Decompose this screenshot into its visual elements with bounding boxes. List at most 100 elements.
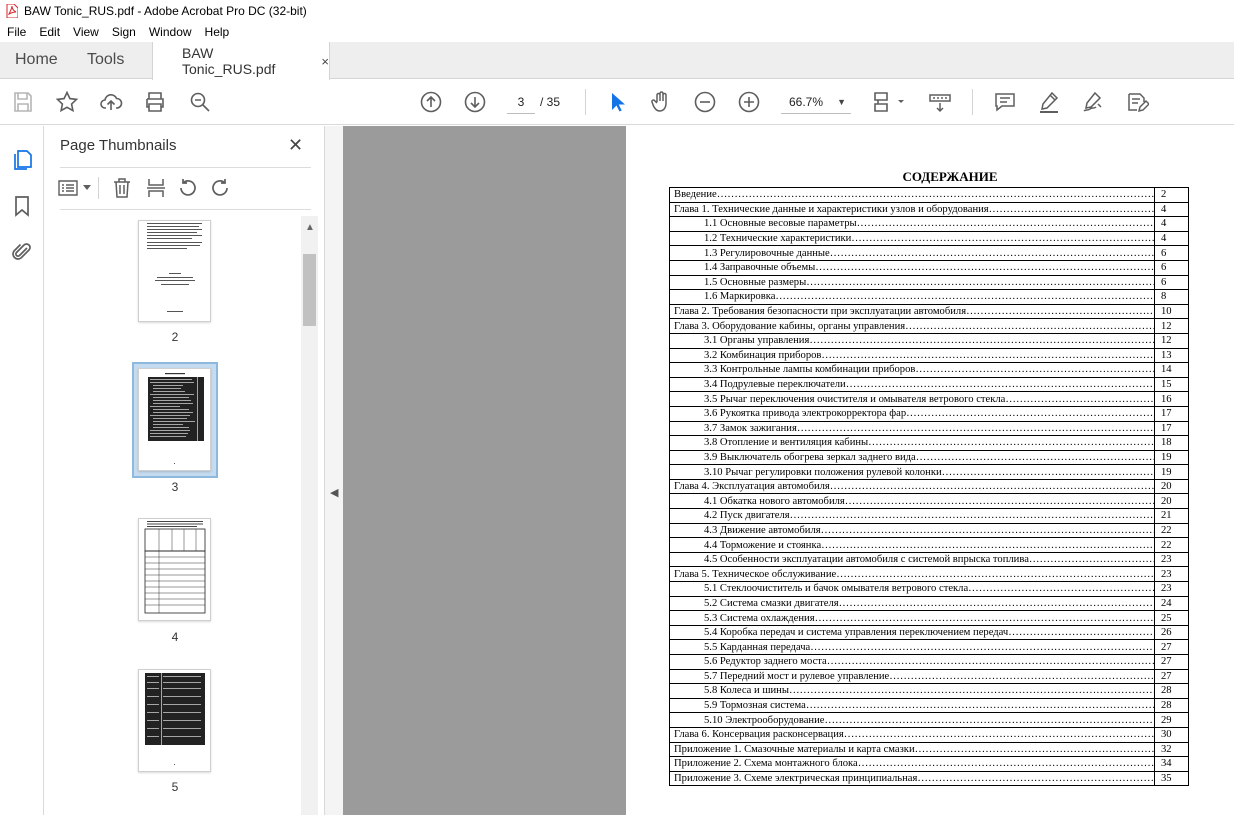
toc-row: 1.2 Технические характеристики…………………………… xyxy=(669,230,1189,247)
toc-row: Глава 4. Эксплуатация автомобиля……………………… xyxy=(669,478,1189,495)
comment-icon[interactable] xyxy=(993,90,1017,114)
thumbnail-page-2[interactable] xyxy=(138,220,211,322)
toc-row: 3.10 Рычаг регулировки положения рулевой… xyxy=(669,464,1189,480)
bookmarks-icon[interactable] xyxy=(10,194,34,218)
attachments-icon[interactable] xyxy=(10,240,34,264)
toc-entry-title: 3.10 Рычаг регулировки положения рулевой… xyxy=(669,464,1155,480)
tab-close-icon[interactable]: × xyxy=(321,54,329,69)
toc-row: 4.2 Пуск двигателя…………………………………………………………… xyxy=(669,508,1189,524)
toc-entry-title: 5.7 Передний мост и рулевое управление……… xyxy=(669,668,1155,685)
hand-tool-icon[interactable] xyxy=(649,90,673,114)
toc-row: Глава 1. Технические данные и характерис… xyxy=(669,201,1189,218)
panel-title: Page Thumbnails xyxy=(60,137,177,154)
toc-row: 3.3 Контрольные лампы комбинации приборо… xyxy=(669,362,1189,378)
toc-entry-page: 23 xyxy=(1154,566,1189,583)
tab-tools[interactable]: Tools xyxy=(72,42,152,78)
panel-toolbar-divider xyxy=(98,177,99,199)
window-title: BAW Tonic_RUS.pdf - Adobe Acrobat Pro DC… xyxy=(24,4,307,18)
toc-entry-title: Глава 3. Оборудование кабины, органы упр… xyxy=(669,318,1155,334)
page-thumbnails-icon[interactable] xyxy=(10,148,34,172)
zoom-search-icon[interactable] xyxy=(188,90,212,114)
keyboard-scroll-icon[interactable] xyxy=(928,90,952,114)
thumbnail-scrollbar[interactable]: ▲ xyxy=(301,216,318,815)
toc-entry-title: Глава 4. Эксплуатация автомобиля……………………… xyxy=(669,478,1155,495)
title-bar: BAW Tonic_RUS.pdf - Adobe Acrobat Pro DC… xyxy=(0,0,1234,22)
toc-entry-title: Введение……………………………………………………………………………………… xyxy=(669,187,1155,203)
close-icon[interactable]: ✕ xyxy=(288,135,303,156)
toc-row: 4.4 Торможение и стоянка…………………………………………… xyxy=(669,537,1189,553)
toc-row: 3.7 Замок зажигания………………………………………………………… xyxy=(669,420,1189,437)
fill-sign-icon[interactable] xyxy=(1081,90,1105,114)
document-view[interactable]: СОДЕРЖАНИЕ Введение………………………………………………………… xyxy=(343,126,1234,815)
edit-pdf-icon[interactable] xyxy=(1125,90,1149,114)
options-menu-icon[interactable] xyxy=(58,179,98,197)
highlight-pen-icon[interactable] xyxy=(1037,90,1061,114)
collapse-panel-icon[interactable]: ◀ xyxy=(330,486,338,499)
toc-entry-page: 6 xyxy=(1154,259,1189,276)
toc-entry-page: 23 xyxy=(1154,551,1189,568)
menu-file[interactable]: File xyxy=(0,25,32,39)
toc-entry-page: 20 xyxy=(1154,478,1189,495)
toc-entry-page: 32 xyxy=(1154,741,1189,758)
menu-view[interactable]: View xyxy=(66,25,105,39)
scrollbar-thumb[interactable] xyxy=(303,254,316,326)
toc-row: 1.5 Основные размеры……………………………………………………… xyxy=(669,274,1189,291)
delete-trash-icon[interactable] xyxy=(111,177,133,199)
menu-window[interactable]: Window xyxy=(142,25,198,39)
toc-entry-page: 28 xyxy=(1154,697,1189,714)
zoom-level-value: 66.7% xyxy=(789,95,824,109)
toc-row: 1.6 Маркировка……………………………………………………………………… xyxy=(669,289,1189,305)
toc-entry-title: Приложение 1. Смазочные материалы и карт… xyxy=(669,741,1155,758)
extract-pages-icon[interactable] xyxy=(145,177,167,199)
left-rail xyxy=(0,126,44,815)
toc-entry-page: 29 xyxy=(1154,712,1189,728)
menu-help[interactable]: Help xyxy=(198,25,236,39)
zoom-in-icon[interactable] xyxy=(737,90,761,114)
toc-entry-page: 15 xyxy=(1154,376,1189,393)
zoom-level-dropdown[interactable]: 66.7% ▼ xyxy=(781,90,851,114)
rotate-left-icon[interactable] xyxy=(177,177,199,199)
rotate-right-icon[interactable] xyxy=(209,177,231,199)
page-thumbnails-panel: Page Thumbnails ✕ 2 3 4 5 ▲ xyxy=(44,126,324,815)
toc-entry-title: 5.5 Карданная передача………………………………………………… xyxy=(669,639,1155,655)
page-display-icon[interactable] xyxy=(872,90,906,114)
toc-entry-page: 35 xyxy=(1154,770,1189,787)
toc-row: 4.1 Обкатка нового автомобиля……………………………… xyxy=(669,493,1189,510)
panel-splitter[interactable]: ◀ xyxy=(324,126,343,815)
toc-entry-title: 5.6 Редуктор заднего моста……………………………………… xyxy=(669,654,1155,670)
toc-entry-page: 23 xyxy=(1154,581,1189,597)
toc-entry-page: 28 xyxy=(1154,683,1189,699)
page-number-input[interactable]: 3 xyxy=(507,90,535,114)
previous-page-icon[interactable] xyxy=(419,90,443,114)
scroll-up-icon[interactable]: ▲ xyxy=(305,222,315,233)
save-icon[interactable] xyxy=(11,90,35,114)
menu-sign[interactable]: Sign xyxy=(105,25,142,39)
print-icon[interactable] xyxy=(143,90,167,114)
acrobat-pdf-icon xyxy=(6,3,19,19)
toc-row: 5.5 Карданная передача………………………………………………… xyxy=(669,639,1189,655)
toc-entry-page: 6 xyxy=(1154,274,1189,291)
toc-entry-title: 1.5 Основные размеры……………………………………………………… xyxy=(669,274,1155,291)
zoom-out-icon[interactable] xyxy=(693,90,717,114)
thumbnail-page-3[interactable] xyxy=(138,368,211,471)
main-toolbar xyxy=(0,80,1234,125)
thumbnail-page-5[interactable] xyxy=(138,669,211,772)
menu-edit[interactable]: Edit xyxy=(32,25,66,39)
next-page-icon[interactable] xyxy=(463,90,487,114)
toc-entry-page: 14 xyxy=(1154,362,1189,378)
toc-entry-title: 1.6 Маркировка……………………………………………………………………… xyxy=(669,289,1155,305)
tab-home[interactable]: Home xyxy=(0,42,72,78)
panel-toolbar xyxy=(58,175,231,201)
thumbnail-page-4[interactable] xyxy=(138,518,211,621)
toc-row: 5.7 Передний мост и рулевое управление……… xyxy=(669,668,1189,685)
toc-row: 3.1 Органы управления…………………………………………………… xyxy=(669,332,1189,349)
tab-document[interactable]: BAW Tonic_RUS.pdf × xyxy=(152,42,330,80)
toc-entry-page: 24 xyxy=(1154,595,1189,612)
upload-cloud-icon[interactable] xyxy=(99,90,123,114)
bookmark-star-icon[interactable] xyxy=(55,90,79,114)
toc-entry-title: Глава 2. Требования безопасности при экс… xyxy=(669,303,1155,320)
select-cursor-icon[interactable] xyxy=(605,90,629,114)
toc-entry-title: Глава 1. Технические данные и характерис… xyxy=(669,201,1155,218)
toolbar-divider xyxy=(585,89,586,115)
toc-row: Глава 5. Техническое обслуживание…………………… xyxy=(669,566,1189,583)
